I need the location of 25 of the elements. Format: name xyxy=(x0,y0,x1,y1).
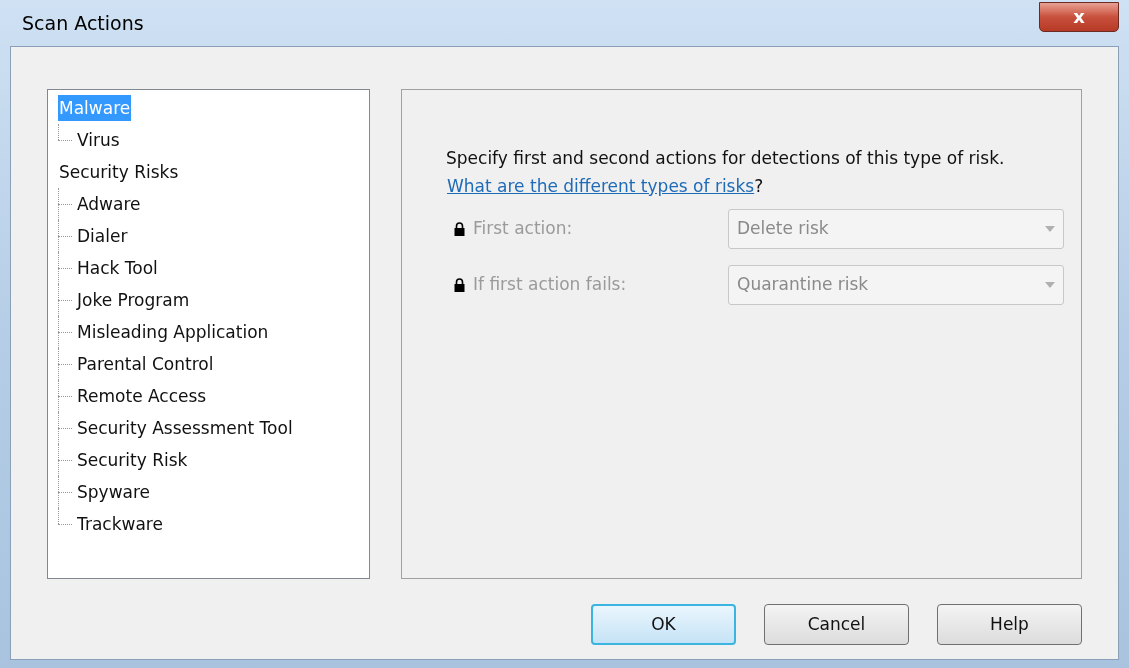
dropdown-arrow-icon xyxy=(1045,282,1055,288)
tree-item[interactable]: Trackware xyxy=(76,511,164,537)
tree-item[interactable]: Remote Access xyxy=(76,383,208,409)
description-text: Specify first and second actions for detections of this type of risk. xyxy=(446,147,1006,170)
tree-item[interactable]: Spyware xyxy=(76,479,152,505)
dropdown-arrow-icon xyxy=(1045,226,1055,232)
tree-item[interactable]: Security Risk xyxy=(76,447,189,473)
tree-item[interactable]: Adware xyxy=(76,191,142,217)
action-label: First action: xyxy=(473,217,573,241)
tree-item[interactable]: Security Assessment Tool xyxy=(76,415,294,441)
tree-item[interactable]: Joke Program xyxy=(76,287,191,313)
tree-item[interactable]: Parental Control xyxy=(76,351,215,377)
tree-item[interactable]: Hack Tool xyxy=(76,255,159,281)
tree-item[interactable]: Virus xyxy=(76,127,121,153)
window-title: Scan Actions xyxy=(21,10,144,36)
tree-item[interactable]: Security Risks xyxy=(58,159,180,185)
dialog-button[interactable]: Cancel xyxy=(764,604,909,645)
tree-item[interactable]: Dialer xyxy=(76,223,129,249)
close-button[interactable]: x xyxy=(1039,2,1119,32)
tree-item[interactable]: Misleading Application xyxy=(76,319,270,345)
question-mark: ? xyxy=(754,175,764,196)
dialog-button[interactable]: Help xyxy=(937,604,1082,645)
help-link[interactable]: What are the different types of risks xyxy=(447,175,755,196)
action-label: If first action fails: xyxy=(473,273,627,297)
dialog-button[interactable]: OK xyxy=(591,604,736,645)
